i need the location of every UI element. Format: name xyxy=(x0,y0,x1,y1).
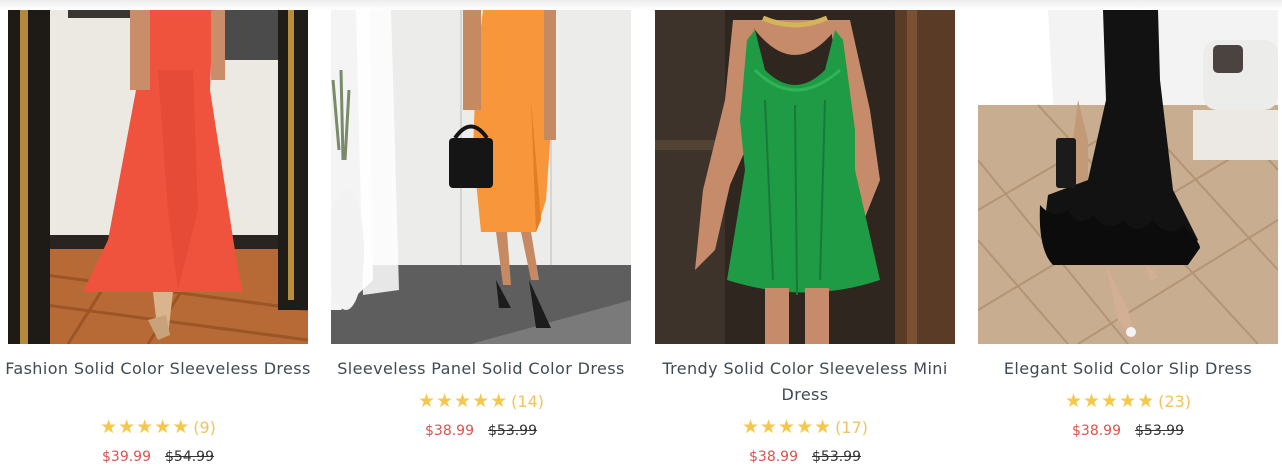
product-price: $39.99 $54.99 xyxy=(8,448,308,465)
product-image[interactable] xyxy=(8,10,308,344)
product-rating: ★★★★★ (23) xyxy=(978,390,1278,413)
star-rating-icon: ★★★★★ xyxy=(741,417,833,438)
product-card[interactable]: Trendy Solid Color Sleeveless Mini Dress… xyxy=(655,10,955,470)
product-price: $38.99 $53.99 xyxy=(978,422,1278,439)
product-card[interactable]: Elegant Solid Color Slip Dress ★★★★★ (23)… xyxy=(978,10,1278,470)
product-title[interactable]: Sleeveless Panel Solid Color Dress xyxy=(321,356,641,382)
original-price: $53.99 xyxy=(812,449,861,465)
product-image[interactable] xyxy=(331,10,631,344)
header-shadow xyxy=(0,0,1282,10)
star-rating-icon: ★★★★★ xyxy=(1064,391,1156,412)
product-image[interactable] xyxy=(978,10,1278,344)
product-image[interactable] xyxy=(655,10,955,344)
review-count[interactable]: (23) xyxy=(1158,392,1191,411)
product-rating: ★★★★★ (14) xyxy=(331,390,631,413)
product-rating: ★★★★★ (17) xyxy=(655,416,955,439)
sale-price: $38.99 xyxy=(425,423,474,439)
product-card[interactable]: Sleeveless Panel Solid Color Dress ★★★★★… xyxy=(331,10,631,470)
review-count[interactable]: (14) xyxy=(511,392,544,411)
sale-price: $39.99 xyxy=(102,449,151,465)
product-title[interactable]: Elegant Solid Color Slip Dress xyxy=(968,356,1282,382)
sale-price: $38.99 xyxy=(749,449,798,465)
original-price: $54.99 xyxy=(165,449,214,465)
product-card[interactable]: Fashion Solid Color Sleeveless Dress ★★★… xyxy=(5,10,310,470)
star-rating-icon: ★★★★★ xyxy=(100,417,191,438)
product-title[interactable]: Fashion Solid Color Sleeveless Dress xyxy=(0,356,318,382)
original-price: $53.99 xyxy=(488,423,537,439)
product-title[interactable]: Trendy Solid Color Sleeveless Mini Dress xyxy=(645,356,965,408)
review-count[interactable]: (17) xyxy=(835,418,868,437)
product-price: $38.99 $53.99 xyxy=(655,448,955,465)
product-price: $38.99 $53.99 xyxy=(331,422,631,439)
review-count[interactable]: (9) xyxy=(193,418,216,437)
sale-price: $38.99 xyxy=(1072,423,1121,439)
original-price: $53.99 xyxy=(1135,423,1184,439)
product-rating: ★★★★★ (9) xyxy=(8,416,308,439)
star-rating-icon: ★★★★★ xyxy=(417,391,509,412)
